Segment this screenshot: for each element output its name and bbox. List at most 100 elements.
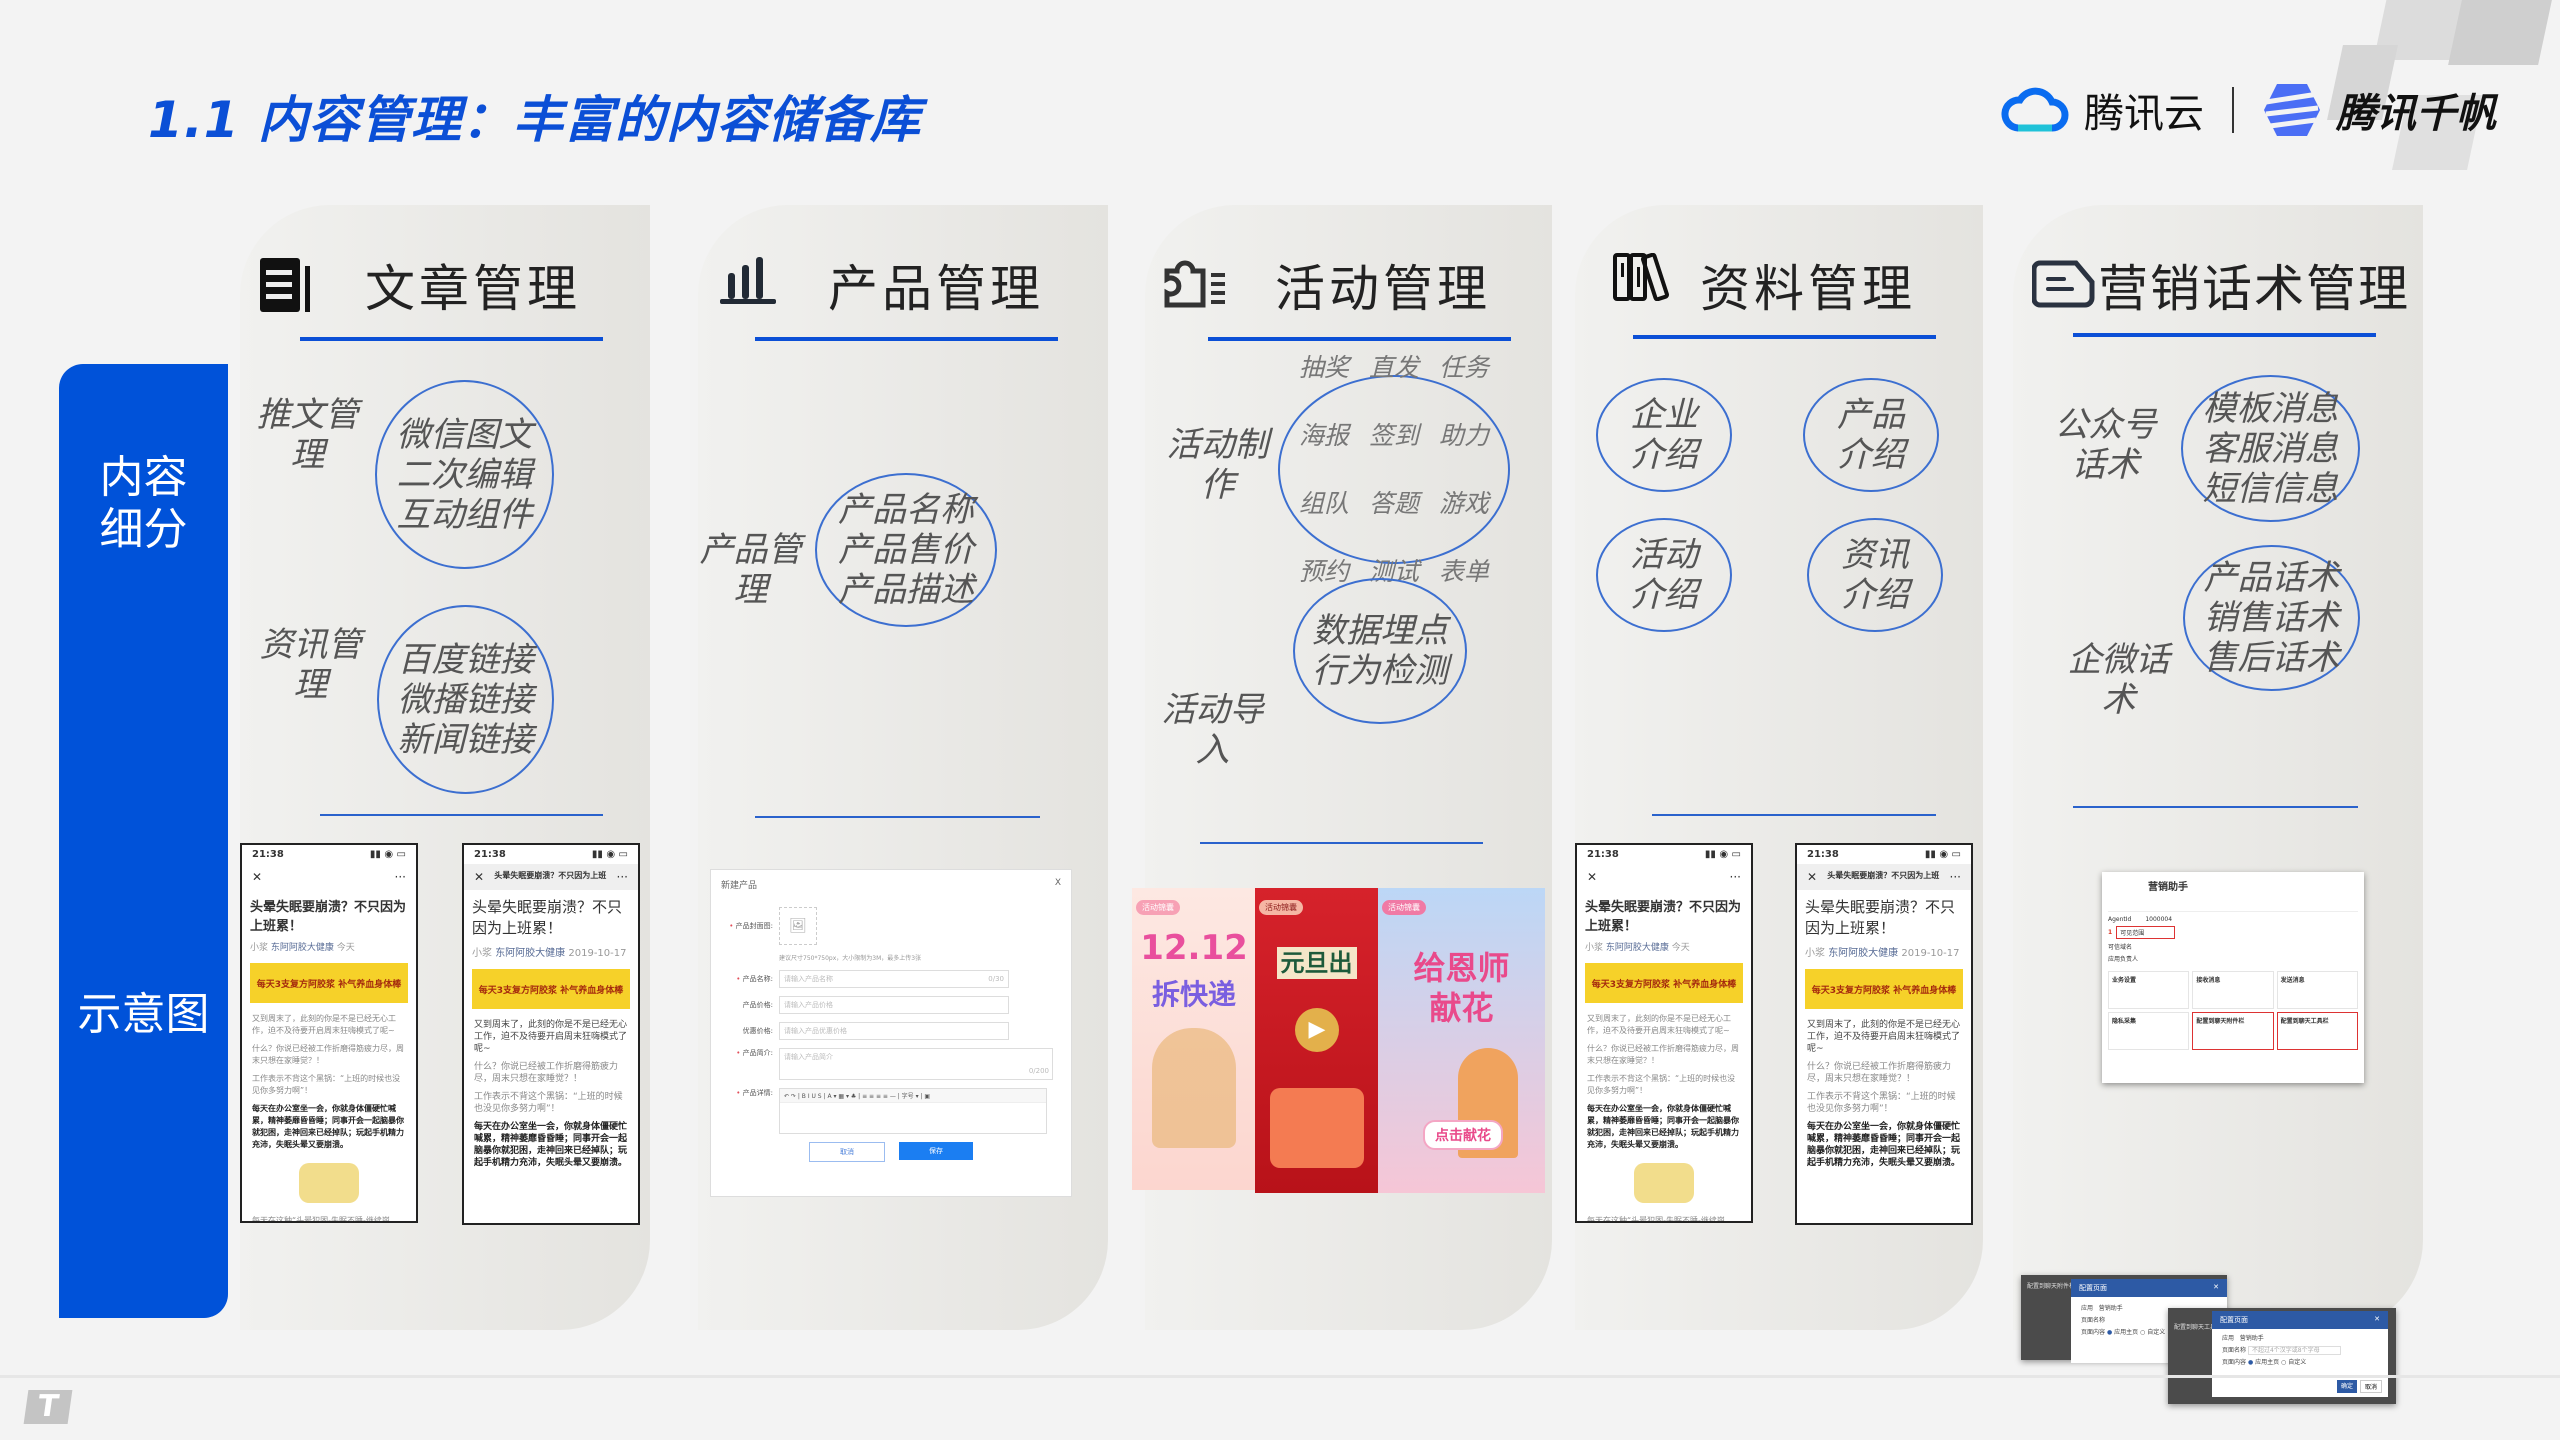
article-author: 小浆: [250, 943, 269, 953]
column-header: 营销话术管理: [2013, 245, 2423, 325]
activity-type-item: 助力: [1439, 420, 1490, 450]
field-label: 可信域名: [2108, 944, 2133, 951]
radio-option[interactable]: 应用主页: [2255, 1359, 2279, 1366]
article-paragraph: 每天在办公室坐一会，你就身体僵硬忙喊累，精神萎靡昏昏睡；同事开会一起脑暴你就犯困…: [252, 1104, 404, 1149]
footer-divider: [0, 1375, 2560, 1378]
close-icon[interactable]: ✕: [2213, 1283, 2219, 1293]
form-row-price: 产品价格: 请输入产品价格: [711, 996, 1071, 1014]
activity-type-item: 抽奖: [1298, 352, 1349, 382]
nav-title: 头晕失眠要崩溃？不只因为上班: [494, 871, 607, 880]
article-paragraph: 什么？你说已经被工作折磨得筋疲力尽，周末只想在家睡觉？！: [1587, 1044, 1739, 1065]
cancel-button[interactable]: 取消: [809, 1142, 885, 1162]
poster-title: 元旦出: [1255, 943, 1378, 979]
activity-type-item: 直发: [1368, 352, 1419, 382]
sidebar-label-line: 内容: [99, 452, 188, 503]
article-paragraph: 每天在办公室坐一会，你就身体僵硬忙喊累，精神萎靡昏昏睡；同事开会一起脑暴你就犯困…: [1587, 1104, 1739, 1149]
group-label: 资讯管 理: [258, 625, 363, 705]
item-label: 产品描述: [838, 570, 974, 610]
status-time: 21:38: [474, 849, 506, 860]
field-label: 产品简介:: [742, 1049, 773, 1057]
offer-flower-button[interactable]: 点击献花: [1423, 1120, 1503, 1150]
play-icon[interactable]: ▶: [1295, 1008, 1339, 1052]
circle-label-line: 资讯: [1841, 535, 1909, 575]
radio-option[interactable]: 自定义: [2147, 1329, 2165, 1336]
article-date: 今天: [1671, 943, 1690, 953]
article-paragraph: 每天在办公室坐一会，你就身体僵硬忙喊累，精神萎靡昏昏睡；同事开会一起脑暴你就犯困…: [474, 1122, 628, 1168]
ok-button[interactable]: 确定: [2336, 1380, 2357, 1393]
feature-card[interactable]: 配置到聊天工具栏: [2276, 1012, 2358, 1050]
input-placeholder: 请输入产品名称: [784, 975, 833, 983]
group-label-line: 入: [1195, 730, 1230, 770]
header-divider: [1633, 335, 1936, 339]
close-icon[interactable]: ✕: [474, 870, 484, 884]
item-label: 二次编辑: [396, 454, 533, 495]
feature-card[interactable]: 隐私采集: [2108, 1012, 2190, 1050]
article-paragraph: 每天在办公室坐一会，你就身体僵硬忙喊累，精神萎靡昏昏睡；同事开会一起脑暴你就犯困…: [1807, 1122, 1961, 1168]
group-label: 公众号 话术: [2053, 405, 2158, 485]
item-label: 产品售价: [838, 530, 974, 570]
section-divider: [755, 816, 1040, 818]
save-button[interactable]: 保存: [899, 1142, 973, 1160]
discount-price-input[interactable]: 请输入产品优惠价格: [779, 1022, 1009, 1040]
article-banner: 每天3支复方阿胶浆 补气养血身体棒: [1805, 969, 1963, 1009]
feature-card[interactable]: 业务设置: [2108, 971, 2190, 1009]
item-label: 百度链接: [397, 639, 534, 680]
rich-text-editor[interactable]: ↶ ↷ | B I U S | A ▾ ▦ ▾ ♣ | ≡ ≡ ≡ ≡ — | …: [779, 1088, 1047, 1134]
close-icon[interactable]: ✕: [1807, 870, 1817, 884]
bar-chart-icon: [720, 257, 776, 304]
more-icon[interactable]: ···: [1950, 870, 1961, 884]
upload-image-button[interactable]: 🖼: [779, 907, 817, 945]
cartoon-illustration: [299, 1163, 359, 1203]
product-price-input[interactable]: 请输入产品价格: [779, 996, 1009, 1014]
article-account[interactable]: 东阿阿胶大健康: [1828, 948, 1898, 959]
article-paragraph: 工作表示不背这个黑锅：“上班的时候也没见你多努力啊”！: [252, 1074, 401, 1095]
article-account[interactable]: 东阿阿胶大健康: [1606, 943, 1669, 953]
close-icon[interactable]: ✕: [2374, 1315, 2380, 1325]
more-icon[interactable]: ···: [395, 870, 406, 884]
more-icon[interactable]: ···: [1730, 870, 1741, 884]
form-row-discount: 优惠价格: 请输入产品优惠价格: [711, 1022, 1071, 1040]
brand-logos: 腾讯云 腾讯千帆: [2000, 70, 2496, 150]
article-author: 小浆: [1805, 948, 1825, 959]
close-icon[interactable]: ✕: [1587, 870, 1597, 884]
poster-illustration: [1152, 1028, 1236, 1148]
product-name-input[interactable]: 请输入产品名称 0/30: [779, 970, 1009, 988]
material-preview-phone: 21:38 ▮▮ ◉ ▭ ✕ 头晕失眠要崩溃？不只因为上班 ··· 头晕失眠要崩溃？不…: [1795, 843, 1973, 1225]
sidebar-label-illustration: 示意图: [77, 989, 210, 1040]
product-intro-textarea[interactable]: 请输入产品简介 0/200: [779, 1048, 1053, 1080]
article-banner: 每天3支复方阿胶浆 补气养血身体棒: [250, 963, 408, 1003]
cancel-button[interactable]: 取消: [2359, 1380, 2382, 1393]
field-label: 应用: [2081, 1305, 2094, 1312]
editor-toolbar[interactable]: ↶ ↷ | B I U S | A ▾ ▦ ▾ ♣ | ≡ ≡ ≡ ≡ — | …: [780, 1089, 1046, 1103]
article-account[interactable]: 东阿阿胶大健康: [271, 943, 334, 953]
form-row-name: • 产品名称: 请输入产品名称 0/30: [711, 970, 1071, 988]
close-icon[interactable]: ✕: [252, 870, 262, 884]
feature-card[interactable]: 发送消息: [2276, 971, 2358, 1009]
article-headline: 头晕失眠要崩溃？不只因为上班累！: [250, 900, 407, 934]
material-preview-phone: 21:38 ▮▮ ◉ ▭ ✕ ··· 头晕失眠要崩溃？不只因为上班累！ 小浆 东阿阿…: [1575, 843, 1753, 1223]
more-icon[interactable]: ···: [617, 870, 628, 884]
section-divider: [320, 814, 603, 816]
article-paragraph: 工作表示不背这个黑锅：“上班的时候也没见你多努力啊”！: [1587, 1074, 1736, 1095]
radio-option[interactable]: 自定义: [2288, 1359, 2306, 1366]
article-account[interactable]: 东阿阿胶大健康: [495, 948, 565, 959]
group-items-circle: 百度链接 微播链接 新闻链接: [377, 605, 554, 794]
radio-option[interactable]: 应用主页: [2114, 1329, 2138, 1336]
field-value: 营销助手: [2098, 1305, 2123, 1312]
feature-card[interactable]: 配置到聊天附件栏: [2192, 1012, 2274, 1050]
group-label-line: 作: [1200, 465, 1235, 505]
circle-label-line: 介绍: [1630, 575, 1698, 615]
field-value: 营销助手: [2239, 1335, 2264, 1342]
poster-tag: 活动锦囊: [1382, 900, 1426, 915]
poster-tag: 活动锦囊: [1259, 900, 1303, 915]
column-title: 活动管理: [1275, 260, 1491, 318]
close-icon[interactable]: X: [1055, 878, 1061, 891]
field-label: 应用: [2222, 1335, 2235, 1342]
group-label-line: 产品管: [699, 530, 802, 570]
page-name-input[interactable]: 不超过4个汉字或8个字母: [2247, 1346, 2341, 1355]
left-sidebar: 内容 细分 示意图: [59, 364, 228, 1318]
dialog-title: 配置页面: [2220, 1316, 2248, 1324]
activity-type-item: 游戏: [1439, 488, 1490, 518]
group-label-line: 理: [733, 570, 768, 610]
feature-card[interactable]: 接收消息: [2192, 971, 2274, 1009]
